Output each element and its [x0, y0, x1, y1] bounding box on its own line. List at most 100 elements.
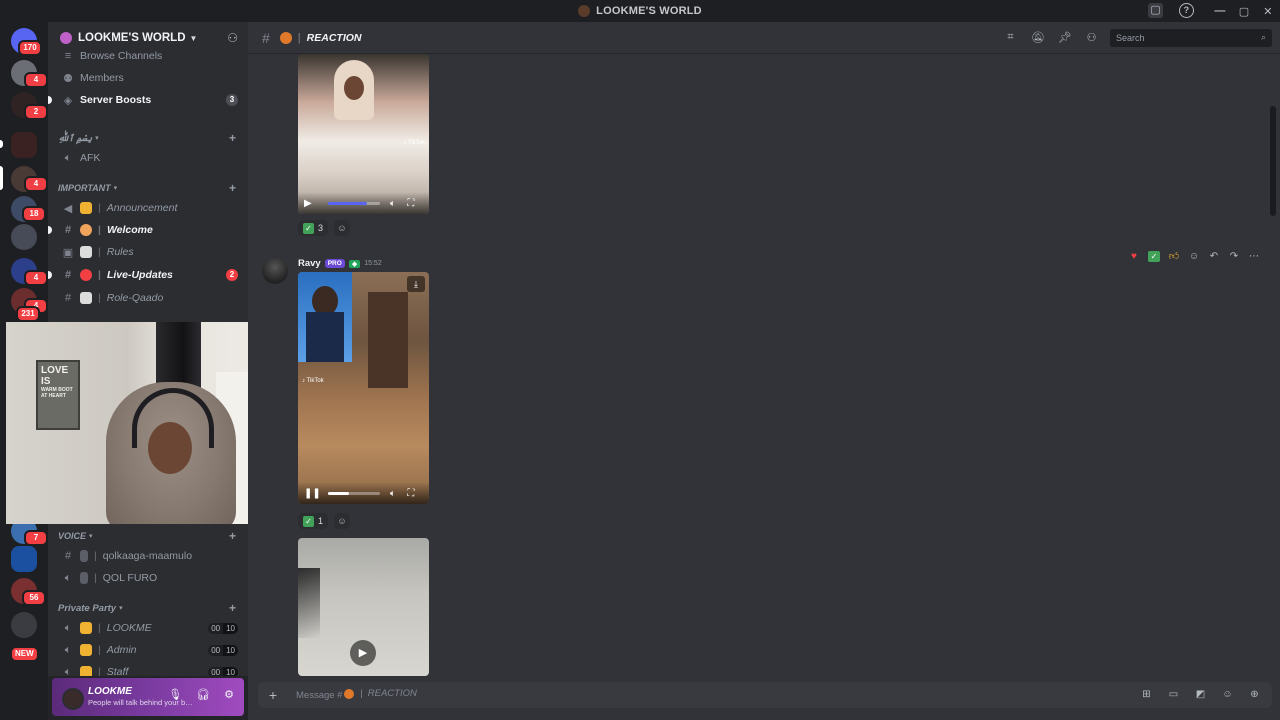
more-icon[interactable]: ⋯ [1248, 251, 1260, 262]
add-reaction-button[interactable]: ☺ [334, 220, 351, 236]
hash-icon: # [64, 550, 72, 562]
channel-title: REACTION [306, 31, 362, 44]
invite-icon[interactable]: ⚇ [227, 31, 238, 45]
volume-icon[interactable]: 🔈︎ [390, 488, 395, 499]
minimize-icon[interactable]: — [1208, 5, 1232, 17]
scrollbar[interactable] [1270, 106, 1276, 216]
server-icon[interactable] [11, 612, 37, 638]
channel-welcome[interactable]: # | Welcome [56, 220, 244, 240]
browse-channels[interactable]: ≡ Browse Channels [56, 46, 244, 66]
category-arabic[interactable]: بِسْمِ ٱللَّٰهِ ▾ + [58, 130, 244, 146]
speaker-icon: 🔈︎ [64, 621, 72, 634]
forward-icon[interactable]: ↷ [1228, 251, 1240, 262]
thumbs-up-icon[interactable]: 👍︎ [1168, 250, 1180, 262]
channel-rules[interactable]: ▣ | Rules [56, 242, 244, 262]
server-badge-icon [60, 32, 72, 44]
attach-plus-icon[interactable]: + [258, 687, 288, 703]
emoji-picker-icon[interactable]: ☺ [1222, 689, 1233, 700]
fullscreen-icon[interactable]: ⛶ [407, 488, 414, 499]
channel-live-updates[interactable]: # | Live-Updates 2 [56, 265, 244, 285]
server-icon[interactable] [11, 546, 37, 572]
play-button[interactable]: ▶ [350, 640, 376, 666]
video-attachment[interactable]: ♪ TikTok ⤓ ❚❚ 🔈︎ ⛶ [298, 272, 429, 504]
member-list-icon[interactable]: ⚇ [1085, 31, 1098, 44]
server-icon[interactable] [11, 224, 37, 250]
add-reaction-icon[interactable]: ☺ [1188, 251, 1200, 262]
add-channel-icon[interactable]: + [229, 601, 236, 615]
server-icon[interactable] [11, 132, 37, 158]
reaction-check[interactable]: ✓ 1 [298, 513, 329, 529]
boost-icon: ◈ [63, 94, 73, 107]
rail-badge: 2 [24, 104, 48, 120]
inbox-icon[interactable]: ▢ [1148, 3, 1163, 18]
voice-user-limit: 00 10 [208, 644, 238, 656]
headphones-icon[interactable]: 🎧︎ [196, 688, 210, 701]
voice-lookme[interactable]: 🔈︎ | LOOKME 00 10 [56, 618, 244, 638]
hash-icon: # [64, 269, 72, 281]
emoji-icon [80, 644, 92, 656]
sticker-icon[interactable]: ◩ [1195, 689, 1206, 700]
checkmark-icon[interactable]: ✓ [1148, 250, 1160, 262]
wall-sign: LOVE IS WARM BOOT AT HEART [36, 360, 80, 430]
server-boosts-item[interactable]: ◈ Server Boosts 3 [56, 90, 244, 110]
close-icon[interactable]: ✕ [1256, 5, 1280, 18]
video-attachment[interactable]: ▶ [298, 538, 429, 676]
apps-icon[interactable]: ⊕ [1249, 689, 1260, 700]
message-composer: + | REACTION ⊞ ▭ ◩ ☺ ⊕ [248, 678, 1280, 720]
rail-badge: 231 [16, 306, 40, 322]
reply-icon[interactable]: ↶ [1208, 251, 1220, 262]
gift-icon[interactable]: ⊞ [1141, 689, 1152, 700]
emoji-icon [80, 202, 92, 214]
author-avatar[interactable] [262, 258, 288, 284]
volume-icon[interactable]: 🔈︎ [390, 198, 395, 209]
gif-icon[interactable]: ▭ [1168, 689, 1179, 700]
category-private-party[interactable]: Private Party ▾ + [58, 600, 244, 616]
video-attachment[interactable]: ♪ TikTok ▶ 🔈︎ ⛶ [298, 54, 429, 214]
category-voice[interactable]: VOICE ▾ + [58, 528, 244, 544]
chevron-down-icon: ▾ [119, 605, 123, 612]
help-icon[interactable]: ? [1179, 3, 1194, 18]
video-controls: ❚❚ 🔈︎ ⛶ [298, 482, 429, 504]
add-channel-icon[interactable]: + [229, 131, 236, 145]
emoji-icon [80, 550, 88, 562]
reaction-check[interactable]: ✓ 3 [298, 220, 329, 236]
user-avatar[interactable] [62, 688, 84, 710]
mute-bell-icon[interactable]: 🔕︎ [1031, 31, 1045, 44]
pin-icon[interactable]: 📌︎ [1058, 31, 1072, 44]
reaction-bar: ✓ 1 ☺ [298, 513, 351, 529]
gear-icon[interactable]: ⚙ [224, 688, 234, 701]
add-channel-icon[interactable]: + [229, 529, 236, 543]
video-progress[interactable] [328, 491, 380, 495]
channel-announcement[interactable]: ◀ | Announcement [56, 198, 244, 218]
download-icon[interactable]: ⤓ [407, 276, 425, 292]
emoji-icon [80, 269, 92, 281]
fullscreen-icon[interactable]: ⛶ [407, 198, 414, 209]
microphone-icon[interactable]: 🎙︎ [168, 688, 182, 701]
members-item[interactable]: ⚉ Members [56, 68, 244, 88]
video-progress[interactable] [328, 201, 380, 205]
add-channel-icon[interactable]: + [229, 181, 236, 195]
pause-icon[interactable]: ❚❚ [304, 488, 321, 499]
search-input[interactable] [1110, 29, 1272, 47]
chevron-down-icon: ▾ [113, 185, 118, 192]
unread-indicator [48, 226, 52, 234]
channel-emoji-icon [344, 689, 354, 699]
channel-emoji-icon [279, 31, 292, 44]
channel-afk[interactable]: 🔈︎ AFK [56, 148, 244, 168]
channel-qolkaaga-maamulo[interactable]: # | qolkaaga-maamulo [56, 546, 244, 566]
threads-icon[interactable]: ⌗ [1004, 31, 1017, 44]
voice-admin[interactable]: 🔈︎ | Admin 00 10 [56, 640, 244, 660]
rail-badge: 4 [24, 72, 48, 88]
maximize-icon[interactable]: ▢ [1232, 5, 1256, 18]
add-reaction-button[interactable]: ☺ [334, 513, 351, 529]
author-name[interactable]: Ravy [298, 258, 321, 269]
play-icon[interactable]: ▶ [304, 198, 318, 209]
boost-count: 3 [226, 94, 238, 106]
heart-icon[interactable]: ♥ [1128, 251, 1140, 262]
channel-qol-furo[interactable]: 🔈︎ | QOL FURO [56, 568, 244, 588]
channel-role-qaado[interactable]: # | Role-Qaado [56, 288, 244, 308]
category-important[interactable]: IMPORTANT ▾ + [58, 180, 244, 196]
members-icon: ⚉ [63, 72, 73, 85]
window-title: LOOKME'S WORLD [596, 5, 702, 17]
unread-pill [0, 140, 3, 148]
